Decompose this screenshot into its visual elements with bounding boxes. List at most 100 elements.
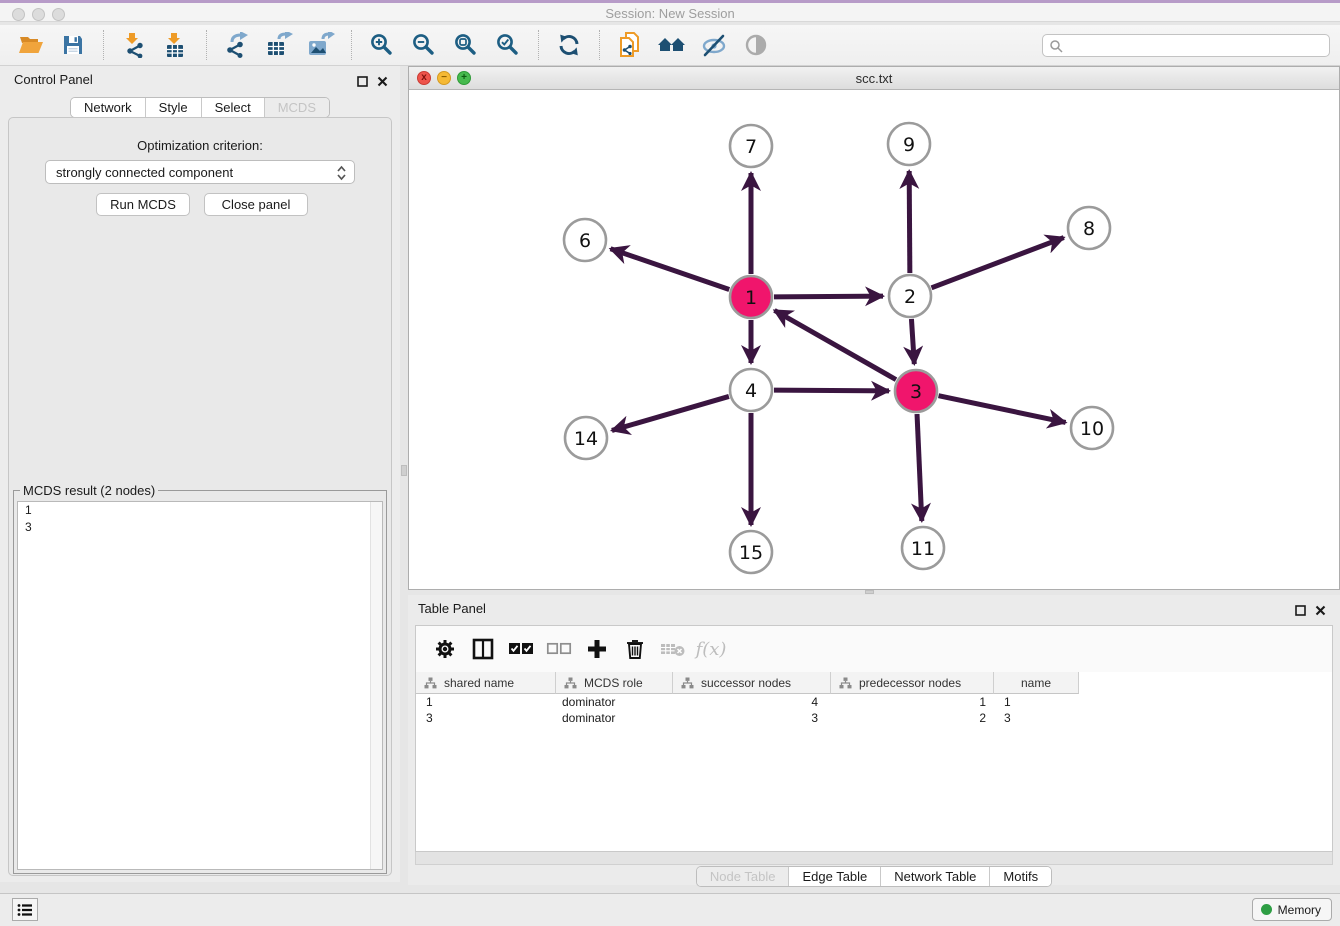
first-neighbors-icon[interactable] <box>657 29 687 61</box>
cell-name[interactable]: 1 <box>994 694 1079 710</box>
export-image-icon[interactable] <box>306 29 336 61</box>
cell-mcds-role[interactable]: dominator <box>556 694 673 710</box>
graph-node-label: 9 <box>903 134 915 156</box>
import-table-icon[interactable] <box>161 29 191 61</box>
graph-edge-2-3[interactable] <box>911 319 914 364</box>
cell-shared-name[interactable]: 3 <box>416 710 556 726</box>
graph-edge-4-14[interactable] <box>612 396 729 430</box>
column-header-mcds-role[interactable]: MCDS role <box>556 672 673 694</box>
tab-mcds[interactable]: MCDS <box>265 98 329 117</box>
horizontal-splitter-grip[interactable] <box>865 590 874 594</box>
delete-icon[interactable] <box>620 634 650 664</box>
network-view-window: x − + scc.txt 7968124314101511 <box>408 66 1340 590</box>
column-header-successor-nodes[interactable]: successor nodes <box>673 672 831 694</box>
graph-node-label: 1 <box>745 287 757 309</box>
graph-node-label: 11 <box>911 538 935 560</box>
search-field <box>1042 34 1330 57</box>
cell-successor-nodes[interactable]: 4 <box>673 694 831 710</box>
cell-mcds-role[interactable]: dominator <box>556 710 673 726</box>
tab-node-table[interactable]: Node Table <box>697 867 790 886</box>
column-header-predecessor-nodes[interactable]: predecessor nodes <box>831 672 994 694</box>
delete-table-icon[interactable] <box>658 634 688 664</box>
show-all-icon[interactable] <box>741 29 771 61</box>
graph-edge-1-2[interactable] <box>774 296 883 297</box>
result-scrollbar[interactable] <box>370 502 382 869</box>
graph-node-label: 7 <box>745 136 757 158</box>
optimization-criterion-select[interactable]: strongly connected component <box>45 160 355 184</box>
graph-edge-2-9[interactable] <box>909 171 910 273</box>
cell-name[interactable]: 3 <box>994 710 1079 726</box>
control-panel-title: Control Panel <box>14 72 93 87</box>
mcds-result-list[interactable]: 1 3 <box>17 501 383 870</box>
cell-successor-nodes[interactable]: 3 <box>673 710 831 726</box>
float-panel-icon[interactable] <box>1292 602 1308 618</box>
column-header-name[interactable]: name <box>994 672 1079 694</box>
export-network-icon[interactable] <box>222 29 252 61</box>
close-panel-icon[interactable] <box>374 73 390 89</box>
task-history-button[interactable] <box>12 898 38 921</box>
graph-edge-1-6[interactable] <box>611 249 730 290</box>
hide-selected-icon[interactable] <box>699 29 729 61</box>
gear-icon[interactable] <box>430 634 460 664</box>
function-icon[interactable]: f(x) <box>696 634 726 664</box>
graph-node-label: 6 <box>579 230 591 252</box>
graph-edge-4-3[interactable] <box>774 390 889 391</box>
import-network-icon[interactable] <box>119 29 149 61</box>
tab-network[interactable]: Network <box>71 98 146 117</box>
table-row[interactable]: 3 dominator 3 2 3 <box>416 710 1332 726</box>
vertical-splitter-grip[interactable] <box>401 465 407 476</box>
graph-node-label: 15 <box>739 542 763 564</box>
graph-node-label: 8 <box>1083 218 1095 240</box>
network-window-titlebar[interactable]: x − + scc.txt <box>409 67 1339 90</box>
table-footer-strip <box>415 852 1333 865</box>
cell-predecessor-nodes[interactable]: 2 <box>831 710 994 726</box>
export-table-icon[interactable] <box>264 29 294 61</box>
memory-button[interactable]: Memory <box>1252 898 1332 921</box>
mcds-result-item[interactable]: 3 <box>18 519 382 536</box>
graph-edge-3-10[interactable] <box>939 396 1066 423</box>
deselect-all-icon[interactable] <box>544 634 574 664</box>
float-panel-icon[interactable] <box>354 73 370 89</box>
main-toolbar <box>0 25 1340 66</box>
run-mcds-button[interactable]: Run MCDS <box>96 193 190 216</box>
zoom-selected-icon[interactable] <box>493 29 523 61</box>
tab-motifs[interactable]: Motifs <box>990 867 1051 886</box>
columns-icon[interactable] <box>468 634 498 664</box>
column-header-shared-name[interactable]: shared name <box>416 672 556 694</box>
table-row[interactable]: 1 dominator 4 1 1 <box>416 694 1332 710</box>
graph-edge-3-1[interactable] <box>774 310 896 379</box>
search-input[interactable] <box>1042 34 1330 57</box>
node-table-card: f(x) shared name MCDS role successor nod… <box>415 625 1333 852</box>
tab-style[interactable]: Style <box>146 98 202 117</box>
table-header: shared name MCDS role successor nodes pr… <box>416 672 1079 694</box>
control-panel-tabs: Network Style Select MCDS <box>0 97 400 118</box>
refresh-icon[interactable] <box>554 29 584 61</box>
open-folder-icon[interactable] <box>16 29 46 61</box>
network-canvas[interactable]: 7968124314101511 <box>409 90 1339 589</box>
column-type-icon <box>424 677 437 689</box>
duplicate-network-icon[interactable] <box>615 29 645 61</box>
status-bar: Memory <box>0 893 1340 926</box>
zoom-out-icon[interactable] <box>409 29 439 61</box>
toolbar-separator <box>599 30 600 60</box>
add-column-icon[interactable] <box>582 634 612 664</box>
window-title: Session: New Session <box>0 6 1340 21</box>
select-all-icon[interactable] <box>506 634 536 664</box>
zoom-in-icon[interactable] <box>367 29 397 61</box>
tab-edge-table[interactable]: Edge Table <box>789 867 881 886</box>
mcds-result-item[interactable]: 1 <box>18 502 382 519</box>
memory-status-icon <box>1261 904 1272 915</box>
optimization-criterion-label: Optimization criterion: <box>9 138 391 153</box>
close-panel-button[interactable]: Close panel <box>204 193 308 216</box>
table-panel-title: Table Panel <box>418 601 486 616</box>
tab-network-table[interactable]: Network Table <box>881 867 990 886</box>
zoom-fit-icon[interactable] <box>451 29 481 61</box>
list-icon <box>17 903 33 917</box>
cell-shared-name[interactable]: 1 <box>416 694 556 710</box>
graph-edge-3-11[interactable] <box>917 414 922 521</box>
graph-edge-2-8[interactable] <box>932 238 1064 288</box>
tab-select[interactable]: Select <box>202 98 265 117</box>
cell-predecessor-nodes[interactable]: 1 <box>831 694 994 710</box>
save-icon[interactable] <box>58 29 88 61</box>
close-panel-icon[interactable] <box>1312 602 1328 618</box>
